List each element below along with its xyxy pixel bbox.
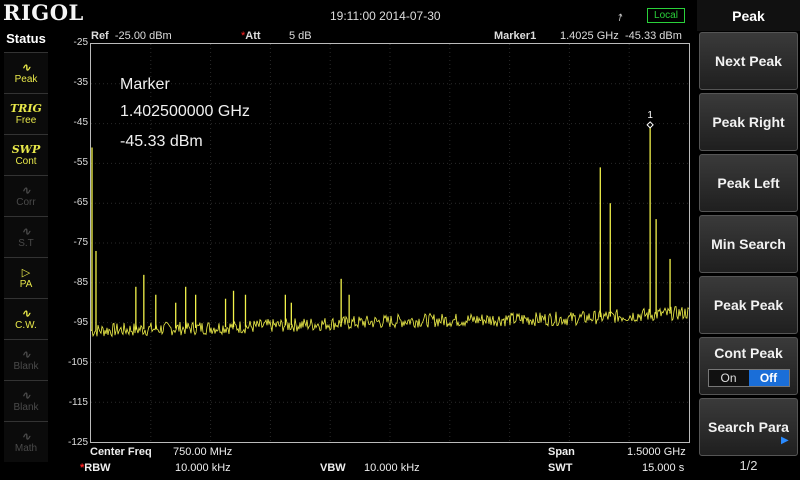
status-item-label: Corr [16, 196, 36, 208]
local-badge[interactable]: Local [647, 8, 685, 23]
y-tick-label: -25 [73, 37, 88, 48]
status-item-label: Peak [14, 73, 38, 85]
status-item-peak: ∿ Peak [4, 52, 48, 93]
ref-value: -25.00 dBm [114, 30, 172, 42]
status-item-cont: SWP Cont [4, 134, 48, 175]
swt-label: SWT [548, 462, 573, 474]
marker-readout-amp: -45.33 dBm [120, 133, 203, 150]
status-item-math: ∿ Math [4, 421, 48, 462]
next-peak-button[interactable]: Next Peak [699, 32, 798, 90]
math-icon: ∿ [21, 429, 31, 443]
y-tick-label: -75 [73, 237, 88, 248]
datetime: 19:11:00 2014-07-30 [330, 9, 441, 23]
rbw-label: *RBW [80, 462, 111, 474]
cont-peak-on[interactable]: On [708, 370, 749, 386]
marker-number: 1 [647, 110, 653, 121]
status-item-corr: ∿ Corr [4, 175, 48, 216]
status-item-label: PA [19, 278, 33, 290]
y-tick-label: -55 [73, 157, 88, 168]
status-item-label: S.T [18, 237, 34, 249]
status-item-cw: ∿ C.W. [4, 298, 48, 339]
marker-freq: 1.4025 GHz [560, 30, 619, 42]
rbw-value[interactable]: 10.000 kHz [175, 462, 231, 474]
trig-icon: TRIG [10, 101, 42, 115]
min-search-button[interactable]: Min Search [699, 215, 798, 273]
pa-icon: ▷ [21, 265, 31, 279]
status-item-blank: ∿ Blank [4, 339, 48, 380]
status-item-label: Math [14, 442, 38, 454]
span-label: Span [548, 446, 575, 458]
y-tick-label: -65 [73, 197, 88, 208]
rigol-logo: RIGOL [3, 0, 84, 25]
att-label: *Att [241, 30, 261, 42]
span-value[interactable]: 1.5000 GHz [627, 446, 686, 458]
cont-peak-label: Cont Peak [714, 345, 783, 361]
status-item-st: ∿ S.T [4, 216, 48, 257]
vbw-label: VBW [320, 462, 346, 474]
blank-icon: ∿ [21, 347, 31, 361]
noise-floor-trace [91, 306, 689, 338]
peak-left-button[interactable]: Peak Left [699, 154, 798, 212]
status-item-blank: ∿ Blank [4, 380, 48, 421]
swt-value[interactable]: 15.000 s [642, 462, 684, 474]
vbw-value[interactable]: 10.000 kHz [364, 462, 420, 474]
usb-icon: ⭎ [618, 8, 623, 24]
center-freq-label: Center Freq [90, 446, 152, 458]
y-tick-label: -125 [67, 437, 88, 448]
sweep-icon: SWP [11, 142, 41, 156]
y-tick-label: -85 [73, 277, 88, 288]
y-tick-label: -45 [73, 117, 88, 128]
submenu-arrow-icon: ▶ [781, 435, 789, 446]
blank-icon: ∿ [21, 388, 31, 402]
peak-peak-button[interactable]: Peak Peak [699, 276, 798, 334]
page-number[interactable]: 1/2 [699, 458, 798, 473]
cw-icon: ∿ [21, 306, 31, 320]
status-item-pa: ▷ PA [4, 257, 48, 298]
status-item-label: C.W. [15, 319, 37, 331]
y-tick-label: -115 [68, 397, 88, 408]
cont-peak-button[interactable]: Cont Peak On Off [699, 337, 798, 395]
marker-amp: -45.33 dBm [625, 30, 682, 42]
cont-peak-off[interactable]: Off [748, 370, 789, 386]
status-item-free: TRIG Free [4, 93, 48, 134]
center-freq-value[interactable]: 750.00 MHz [173, 446, 232, 458]
marker-diamond-icon[interactable] [646, 121, 654, 129]
st-icon: ∿ [21, 224, 31, 238]
search-para-button[interactable]: Search Para [699, 398, 798, 456]
status-item-label: Cont [15, 155, 37, 167]
status-title: Status [6, 31, 46, 46]
ref-label: Ref -25.00 dBm [91, 30, 172, 42]
corr-icon: ∿ [21, 183, 31, 197]
cont-peak-toggle[interactable]: On Off [707, 369, 790, 387]
status-item-label: Free [15, 114, 37, 126]
att-value: 5 dB [289, 30, 312, 42]
menu-title: Peak [697, 0, 800, 31]
marker-label: Marker1 [494, 30, 537, 42]
peak-icon: ∿ [21, 60, 31, 74]
y-tick-label: -35 [73, 77, 88, 88]
marker-readout-title: Marker [120, 76, 170, 93]
peak-right-button[interactable]: Peak Right [699, 93, 798, 151]
marker-readout-freq: 1.402500000 GHz [120, 103, 250, 120]
y-tick-label: -105 [67, 357, 88, 368]
y-tick-label: -95 [73, 317, 88, 328]
status-item-label: Blank [13, 360, 39, 372]
status-item-label: Blank [13, 401, 39, 413]
